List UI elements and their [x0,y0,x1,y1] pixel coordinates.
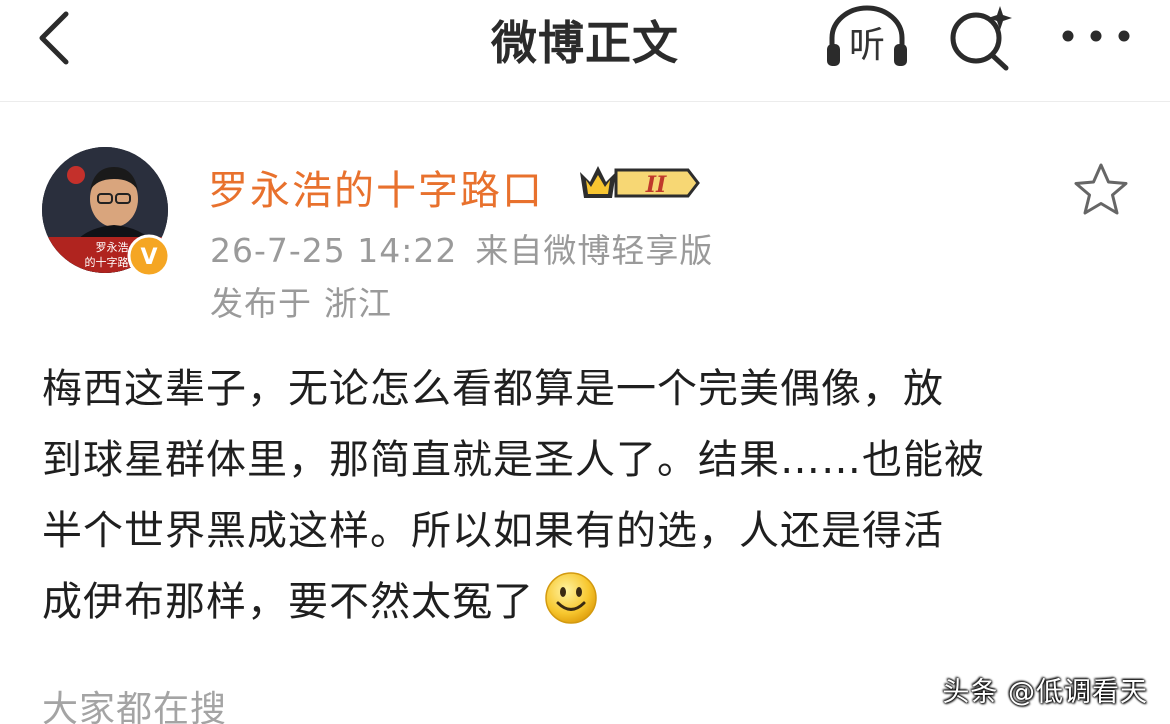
location-label: 发布于 [210,284,312,323]
search-sparkle-icon [950,6,1012,71]
post-content-last-line: 成伊布那样，要不然太冤了 [42,567,1132,638]
watermark: 头条 @低调看天 [942,677,1148,708]
location-value: 浙江 [324,284,392,323]
star-outline-icon [1074,163,1128,215]
avatar-caption-line1: 罗永浩 [96,240,129,254]
verified-badge-letter: V [140,245,157,270]
listen-button[interactable]: 听 [822,2,912,74]
trending-search-label[interactable]: 大家都在搜 [42,680,227,724]
vip-badge[interactable]: II [576,158,700,208]
post-content-line: 半个世界黑成这样。所以如果有的选，人还是得活 [42,508,944,554]
favorite-button[interactable] [1070,160,1132,220]
post-meta: 26-7-25 14:22 来自微博轻享版 [210,224,713,272]
post-content-line: 成伊布那样，要不然太冤了 [42,579,534,625]
post-content: 梅西这辈子，无论怎么看都算是一个完美偶像，放 到球星群体里，那简直就是圣人了。结… [42,354,1132,638]
more-dots-icon [1062,30,1130,42]
post-source: 来自微博轻享版 [475,231,714,270]
post-content-line: 到球星群体里，那简直就是圣人了。结果……也能被 [42,437,985,483]
post-location: 发布于 浙江 [210,277,392,325]
author-name[interactable]: 罗永浩的十字路口 [208,158,544,216]
weibo-post-page: 微博正文 听 罗永浩 的十字路口 V 罗永浩的十字路口 II 26-7-25 1… [0,0,1170,724]
listen-label: 听 [848,25,885,66]
more-button[interactable] [1054,8,1138,64]
top-nav-bar: 微博正文 听 [0,0,1170,102]
post-content-line: 梅西这辈子，无论怎么看都算是一个完美偶像，放 [42,366,944,412]
post-timestamp: 26-7-25 14:22 [210,231,458,270]
smile-emoji [545,572,597,624]
vip-level: II [645,172,667,198]
verified-badge: V [127,234,171,278]
search-button[interactable] [944,2,1020,74]
